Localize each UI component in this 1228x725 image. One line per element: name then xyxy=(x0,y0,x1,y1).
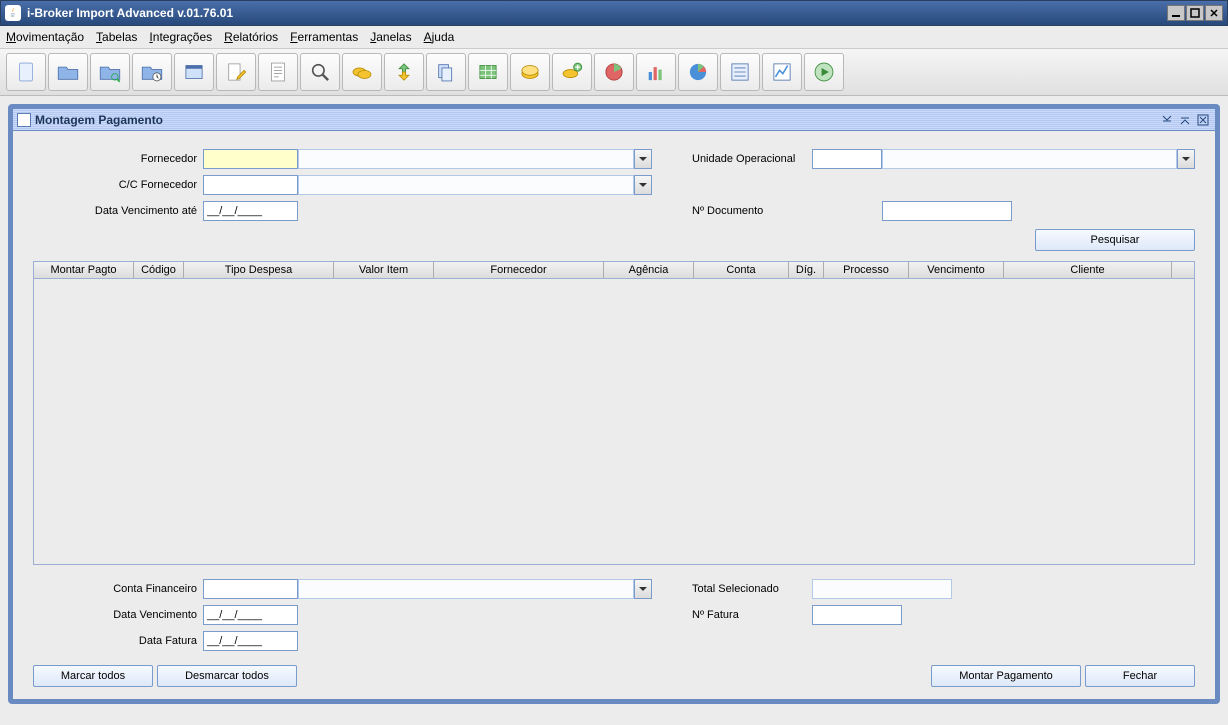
column-header[interactable]: Processo xyxy=(824,262,909,278)
window-controls xyxy=(1166,5,1223,21)
workspace: Montagem Pagamento Fornecedor Unidade Op… xyxy=(0,96,1228,721)
play-icon[interactable] xyxy=(804,53,844,91)
menu-movimentacao[interactable]: Movimentação xyxy=(6,30,84,44)
conta-fin-dropdown-button[interactable] xyxy=(634,579,652,599)
menu-janelas[interactable]: Janelas xyxy=(370,30,411,44)
chart-slice-icon[interactable] xyxy=(678,53,718,91)
conta-fin-code-input[interactable] xyxy=(203,579,298,599)
fornecedor-dropdown-button[interactable] xyxy=(634,149,652,169)
magnifier-icon[interactable] xyxy=(300,53,340,91)
label-total-selecionado: Total Selecionado xyxy=(692,583,812,595)
menubar: Movimentação Tabelas Integrações Relatór… xyxy=(0,26,1228,49)
results-table: Montar PagtoCódigoTipo DespesaValor Item… xyxy=(33,261,1195,565)
data-venc-ate-input[interactable] xyxy=(203,201,298,221)
java-icon xyxy=(5,5,21,21)
money-add-icon[interactable] xyxy=(552,53,592,91)
label-data-fatura: Data Fatura xyxy=(33,635,203,647)
actions-row: Marcar todos Desmarcar todos Montar Paga… xyxy=(33,665,1195,687)
menu-integracoes[interactable]: Integrações xyxy=(149,30,212,44)
folder-search-icon[interactable] xyxy=(90,53,130,91)
window-title: i-Broker Import Advanced v.01.76.01 xyxy=(27,6,1166,20)
menu-relatorios[interactable]: Relatórios xyxy=(224,30,278,44)
label-num-fatura: Nº Fatura xyxy=(692,609,812,621)
list-icon[interactable] xyxy=(720,53,760,91)
panel-titlebar: Montagem Pagamento xyxy=(13,109,1215,131)
pesquisar-button[interactable]: Pesquisar xyxy=(1035,229,1195,251)
cc-code-input[interactable] xyxy=(203,175,298,195)
total-selecionado-output xyxy=(812,579,952,599)
chart-line-icon[interactable] xyxy=(762,53,802,91)
panel-doc-icon xyxy=(17,113,31,127)
edit-icon[interactable] xyxy=(216,53,256,91)
label-data-vencimento: Data Vencimento xyxy=(33,609,203,621)
data-vencimento-input[interactable] xyxy=(203,605,298,625)
unidade-code-input[interactable] xyxy=(812,149,882,169)
column-header[interactable]: Díg. xyxy=(789,262,824,278)
table-header: Montar PagtoCódigoTipo DespesaValor Item… xyxy=(34,262,1194,279)
marcar-todos-button[interactable]: Marcar todos xyxy=(33,665,153,687)
close-button[interactable] xyxy=(1205,5,1223,21)
window-titlebar: i-Broker Import Advanced v.01.76.01 xyxy=(0,0,1228,26)
fornecedor-desc-input[interactable] xyxy=(298,149,634,169)
arrows-exchange-icon[interactable] xyxy=(384,53,424,91)
label-fornecedor: Fornecedor xyxy=(33,153,203,165)
minimize-button[interactable] xyxy=(1167,5,1185,21)
fechar-button[interactable]: Fechar xyxy=(1085,665,1195,687)
folder-clock-icon[interactable] xyxy=(132,53,172,91)
file-new-icon[interactable] xyxy=(6,53,46,91)
unidade-dropdown-button[interactable] xyxy=(1177,149,1195,169)
chart-pie-icon[interactable] xyxy=(594,53,634,91)
table-body[interactable] xyxy=(34,279,1194,564)
table-icon[interactable] xyxy=(468,53,508,91)
num-fatura-input[interactable] xyxy=(812,605,902,625)
conta-fin-desc-input[interactable] xyxy=(298,579,634,599)
label-data-venc-ate: Data Vencimento até xyxy=(33,205,203,217)
chart-bar-icon[interactable] xyxy=(636,53,676,91)
menu-ferramentas[interactable]: Ferramentas xyxy=(290,30,358,44)
label-conta-financeiro: Conta Financeiro xyxy=(33,583,203,595)
search-row: Pesquisar xyxy=(33,229,1195,251)
filter-form: Fornecedor Unidade Operacional C/C Forne… xyxy=(33,149,1195,221)
panel-montagem-pagamento: Montagem Pagamento Fornecedor Unidade Op… xyxy=(8,104,1220,704)
column-header[interactable]: Código xyxy=(134,262,184,278)
panel-iconify-button[interactable] xyxy=(1159,112,1175,128)
column-header[interactable]: Fornecedor xyxy=(434,262,604,278)
folder-open-icon[interactable] xyxy=(48,53,88,91)
panel-title: Montagem Pagamento xyxy=(35,113,1157,127)
panel-close-button[interactable] xyxy=(1195,112,1211,128)
desmarcar-todos-button[interactable]: Desmarcar todos xyxy=(157,665,297,687)
label-num-documento: Nº Documento xyxy=(692,205,812,217)
cc-dropdown-button[interactable] xyxy=(634,175,652,195)
menu-tabelas[interactable]: Tabelas xyxy=(96,30,137,44)
column-header[interactable]: Vencimento xyxy=(909,262,1004,278)
column-header[interactable]: Tipo Despesa xyxy=(184,262,334,278)
montar-pagamento-button[interactable]: Montar Pagamento xyxy=(931,665,1081,687)
num-documento-input[interactable] xyxy=(882,201,1012,221)
toolbar xyxy=(0,49,1228,96)
data-fatura-input[interactable] xyxy=(203,631,298,651)
column-header[interactable]: Agência xyxy=(604,262,694,278)
column-header[interactable]: Valor Item xyxy=(334,262,434,278)
label-cc-fornecedor: C/C Fornecedor xyxy=(33,179,203,191)
maximize-button[interactable] xyxy=(1186,5,1204,21)
column-header[interactable]: Cliente xyxy=(1004,262,1172,278)
coins-icon[interactable] xyxy=(342,53,382,91)
bottom-form: Conta Financeiro Total Selecionado Data … xyxy=(33,579,1195,651)
unidade-desc-input[interactable] xyxy=(882,149,1177,169)
money-icon[interactable] xyxy=(510,53,550,91)
window-icon[interactable] xyxy=(174,53,214,91)
documents-icon[interactable] xyxy=(426,53,466,91)
menu-ajuda[interactable]: Ajuda xyxy=(424,30,455,44)
column-header[interactable]: Conta xyxy=(694,262,789,278)
panel-maximize-button[interactable] xyxy=(1177,112,1193,128)
cc-desc-input[interactable] xyxy=(298,175,634,195)
label-unidade-operacional: Unidade Operacional xyxy=(692,153,812,165)
fornecedor-code-input[interactable] xyxy=(203,149,298,169)
document-lines-icon[interactable] xyxy=(258,53,298,91)
panel-body: Fornecedor Unidade Operacional C/C Forne… xyxy=(13,131,1215,699)
column-header[interactable]: Montar Pagto xyxy=(34,262,134,278)
